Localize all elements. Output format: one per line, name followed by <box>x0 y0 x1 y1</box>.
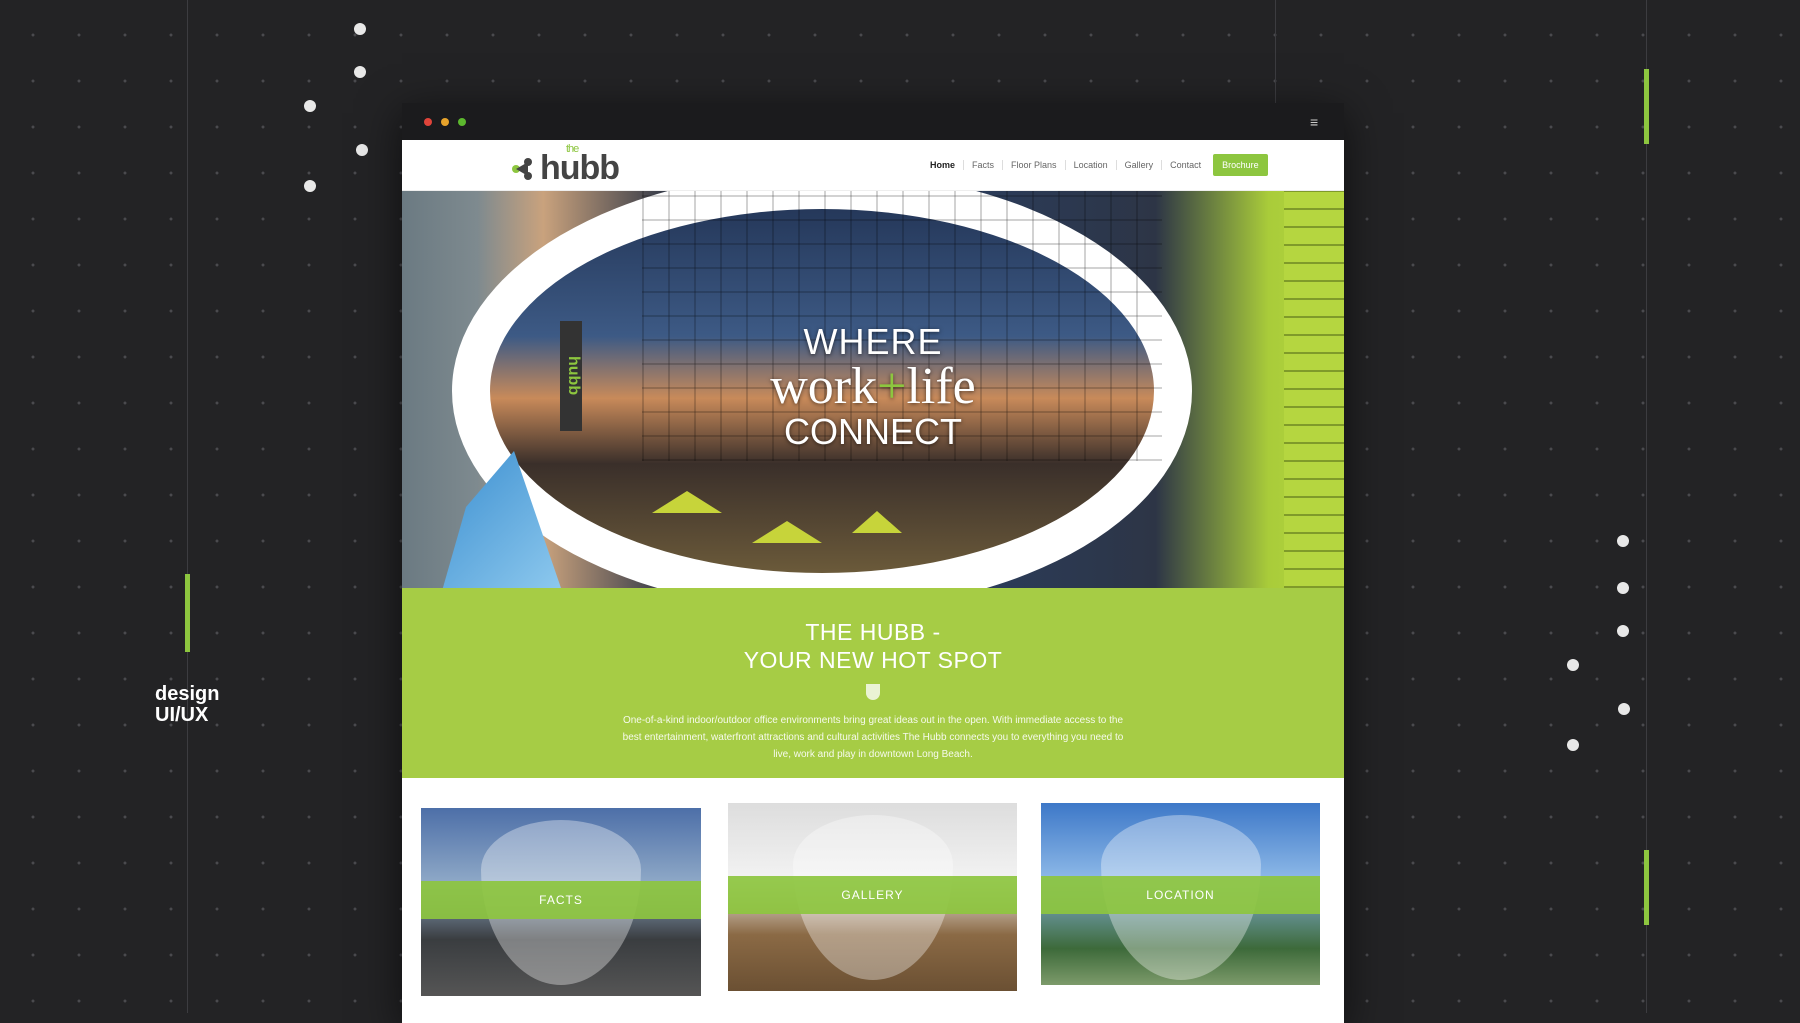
decor-dot <box>304 180 316 192</box>
shield-icon <box>866 684 880 700</box>
intro-title-2: YOUR NEW HOT SPOT <box>743 647 1003 673</box>
decor-dot <box>354 66 366 78</box>
decor-dot <box>304 100 316 112</box>
hero-plus: + <box>877 358 907 415</box>
divider-line <box>187 0 188 1013</box>
logo-mark-icon <box>512 157 532 180</box>
card-gallery-label: GALLERY <box>728 876 1017 914</box>
maximize-dot[interactable] <box>458 118 466 126</box>
logo-the: the <box>566 143 579 155</box>
tagline: design UI/UX <box>155 684 219 726</box>
decor-dot <box>1617 535 1629 547</box>
site-logo[interactable]: the hubb <box>510 143 620 188</box>
minimize-dot[interactable] <box>441 118 449 126</box>
card-location-label: LOCATION <box>1041 876 1320 914</box>
decor-dot <box>1617 582 1629 594</box>
close-dot[interactable] <box>424 118 432 126</box>
decor-dot <box>1618 703 1630 715</box>
hero-banner: hubb WHERE work+life CONNECT <box>402 191 1344 588</box>
decor-dot <box>354 23 366 35</box>
hero-work: work <box>770 358 878 415</box>
intro-title-1: THE HUBB - <box>805 619 941 645</box>
nav-gallery[interactable]: Gallery <box>1117 160 1163 170</box>
hero-line-2: work+life <box>402 361 1344 413</box>
brochure-button[interactable]: Brochure <box>1213 154 1268 176</box>
card-facts-label: FACTS <box>421 881 701 919</box>
card-location[interactable]: LOCATION <box>1041 803 1320 985</box>
hero-headline: WHERE work+life CONNECT <box>402 321 1344 453</box>
tagline-uiux: UI/UX <box>155 704 209 726</box>
main-nav: Home Facts Floor Plans Location Gallery … <box>922 154 1268 176</box>
accent-bar <box>1644 69 1649 144</box>
hero-life: life <box>906 358 976 415</box>
decor-dot <box>1567 659 1579 671</box>
nav-home[interactable]: Home <box>922 160 965 170</box>
card-gallery[interactable]: GALLERY <box>728 803 1017 991</box>
decor-dot <box>1567 739 1579 751</box>
card-facts[interactable]: FACTS <box>421 808 701 996</box>
decor-dot <box>356 144 368 156</box>
accent-bar <box>185 574 190 652</box>
nav-location[interactable]: Location <box>1066 160 1117 170</box>
tagline-design: design <box>155 683 220 705</box>
hero-line-1: WHERE <box>803 321 943 362</box>
hamburger-menu-icon[interactable]: ≡ <box>1310 115 1324 129</box>
intro-section: THE HUBB - YOUR NEW HOT SPOT One-of-a-ki… <box>402 588 1344 778</box>
site-header: the hubb Home Facts Floor Plans Location … <box>402 140 1344 191</box>
hero-line-3: CONNECT <box>784 411 962 452</box>
nav-facts[interactable]: Facts <box>964 160 1004 170</box>
logo-word: hubb <box>540 149 620 187</box>
nav-floor-plans[interactable]: Floor Plans <box>1003 160 1066 170</box>
intro-body: One-of-a-kind indoor/outdoor office envi… <box>622 715 1124 760</box>
title-bar: ≡ <box>402 103 1344 140</box>
accent-bar <box>1644 850 1649 925</box>
decor-dot <box>1617 625 1629 637</box>
nav-contact[interactable]: Contact <box>1162 160 1209 170</box>
